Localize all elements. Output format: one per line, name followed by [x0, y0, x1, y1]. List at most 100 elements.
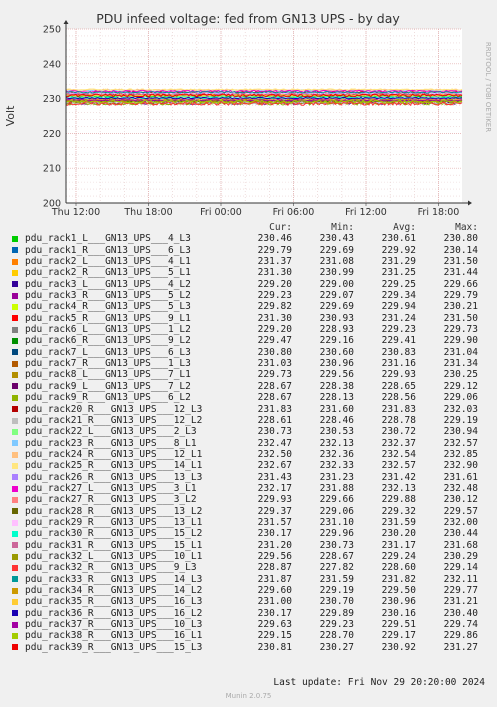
legend-max-value: 230.94 — [443, 426, 478, 438]
legend-swatch — [12, 519, 18, 526]
legend-series-name: pdu_rack22_L___GN13_UPS___2_L3 — [25, 426, 197, 438]
legend-swatch — [12, 451, 18, 458]
x-tick-label: Fri 00:00 — [200, 207, 242, 215]
legend-cur-value: 229.93 — [257, 494, 292, 506]
legend-swatch — [12, 599, 18, 606]
legend-max-value: 229.79 — [443, 290, 478, 302]
legend-item: pdu_rack1_R___GN13_UPS___6_L3 229.79 229.6… — [12, 245, 488, 256]
legend-max-value: 229.90 — [443, 335, 478, 347]
legend-min-value: 230.93 — [319, 312, 354, 324]
rrdtool-credit: RRDTOOL / TOBI OETIKER — [484, 42, 492, 132]
legend-min-value: 229.06 — [319, 505, 354, 517]
legend-min-value: 230.43 — [319, 233, 354, 245]
legend-item: pdu_rack20_R___GN13_UPS___12_L3 231.83 231… — [12, 404, 488, 415]
legend-header-spacer — [12, 225, 18, 231]
legend-item: pdu_rack3_L___GN13_UPS___4_L2 229.20 229.0… — [12, 279, 488, 290]
legend-series-name: pdu_rack4_R___GN13_UPS___5_L3 — [25, 301, 191, 313]
legend-cur-value: 230.73 — [257, 426, 292, 438]
legend-cur-value: 231.57 — [257, 516, 292, 528]
x-tick-label: Fri 06:00 — [273, 207, 315, 215]
legend-item: pdu_rack6_R___GN13_UPS___9_L2 229.47 229.1… — [12, 335, 488, 346]
legend-cur-value: 230.80 — [257, 346, 292, 358]
legend-max-value: 232.85 — [443, 448, 478, 460]
legend-swatch — [12, 406, 18, 413]
legend-max-value: 231.50 — [443, 256, 478, 268]
legend-item: pdu_rack26_R___GN13_UPS___13_L3 231.43 231… — [12, 472, 488, 483]
legend-max-value: 229.77 — [443, 585, 478, 596]
legend-min-value: 232.33 — [319, 460, 354, 472]
legend-swatch — [12, 258, 18, 265]
legend-swatch — [12, 587, 18, 594]
legend-avg-value: 230.61 — [381, 233, 416, 245]
legend-series-name: pdu_rack7_R___GN13_UPS___1_L3 — [25, 358, 191, 370]
legend-item: pdu_rack3_R___GN13_UPS___5_L2 229.23 229.0… — [12, 290, 488, 301]
legend-cur-value: 230.17 — [257, 607, 292, 619]
legend-max-value: 230.29 — [443, 550, 478, 562]
legend-cur-value: 230.81 — [257, 641, 292, 653]
legend-series-name: pdu_rack27_L___GN13_UPS___3_L1 — [25, 482, 197, 494]
legend-avg-value: 232.54 — [381, 448, 416, 460]
legend-cur-value: 229.23 — [257, 290, 292, 302]
legend-max-value: 229.74 — [443, 619, 478, 631]
y-tick-label: 240 — [43, 59, 61, 70]
legend-avg-value: 229.25 — [381, 278, 416, 290]
last-update: Last update: Fri Nov 29 20:20:00 2024 — [273, 677, 485, 688]
legend-series-name: pdu_rack37_R___GN13_UPS___10_L3 — [25, 619, 203, 631]
legend-max-value: 229.57 — [443, 505, 478, 517]
legend-cur-value: 229.79 — [257, 244, 292, 256]
y-axis-label: Volt — [4, 105, 17, 126]
legend-min-value: 231.23 — [319, 471, 354, 483]
legend-cur-value: 228.61 — [257, 414, 292, 426]
legend-series-name: pdu_rack31_R___GN13_UPS___15_L1 — [25, 539, 203, 551]
legend-item: pdu_rack7_L___GN13_UPS___6_L3 230.80 230.6… — [12, 347, 488, 358]
legend-item: pdu_rack27_L___GN13_UPS___3_L1 232.17 231.… — [12, 483, 488, 494]
legend-min-value: 231.60 — [319, 403, 354, 415]
legend-item: pdu_rack39_R___GN13_UPS___15_L3 230.81 230… — [12, 642, 488, 653]
legend-min-value: 228.93 — [319, 324, 354, 336]
legend-cur-value: 232.47 — [257, 437, 292, 449]
legend-cur-value: 229.73 — [257, 369, 292, 381]
y-axis-arrow — [63, 20, 69, 24]
legend-min-value: 232.36 — [319, 448, 354, 460]
legend-swatch — [12, 644, 18, 651]
legend-swatch — [12, 292, 18, 299]
y-tick-label: 250 — [43, 25, 61, 36]
legend-min-value: 231.59 — [319, 573, 354, 585]
legend-cur-value: 229.20 — [257, 278, 292, 290]
legend-series-name: pdu_rack28_R___GN13_UPS___13_L2 — [25, 505, 203, 517]
y-tick-label: 210 — [43, 164, 61, 175]
legend-min-value: 230.60 — [319, 346, 354, 358]
legend-item: pdu_rack22_L___GN13_UPS___2_L3 230.73 230.… — [12, 426, 488, 437]
legend: Cur: Min: Avg: Max: pdu_rack1_L___GN13_U… — [12, 222, 488, 653]
legend-item: pdu_rack27_R___GN13_UPS___3_L2 229.93 229.… — [12, 494, 488, 505]
legend-max-value: 230.12 — [443, 494, 478, 506]
legend-swatch — [12, 236, 18, 243]
legend-avg-value: 230.83 — [381, 346, 416, 358]
legend-swatch — [12, 496, 18, 503]
x-axis-arrow — [468, 200, 472, 206]
legend-cur-value: 229.15 — [257, 630, 292, 642]
legend-avg-value: 229.24 — [381, 550, 416, 562]
legend-item: pdu_rack24_R___GN13_UPS___12_L1 232.50 232… — [12, 449, 488, 460]
legend-item: pdu_rack32_L___GN13_UPS___10_L1 229.56 228… — [12, 551, 488, 562]
legend-max-value: 232.03 — [443, 403, 478, 415]
legend-series-name: pdu_rack32_L___GN13_UPS___10_L1 — [25, 550, 203, 562]
legend-item: pdu_rack9_R___GN13_UPS___6_L2 228.67 228.1… — [12, 392, 488, 403]
legend-swatch — [12, 621, 18, 628]
legend-series-name: pdu_rack29_R___GN13_UPS___13_L1 — [25, 516, 203, 528]
legend-cur-value: 231.20 — [257, 539, 292, 551]
legend-series-name: pdu_rack9_L___GN13_UPS___7_L2 — [25, 380, 191, 392]
legend-item: pdu_rack36_R___GN13_UPS___16_L2 230.17 229… — [12, 608, 488, 619]
legend-max-value: 229.14 — [443, 562, 478, 574]
legend-min-value: 230.73 — [319, 539, 354, 551]
legend-series-name: pdu_rack24_R___GN13_UPS___12_L1 — [25, 448, 203, 460]
legend-item: pdu_rack6_L___GN13_UPS___1_L2 229.20 228.9… — [12, 324, 488, 335]
legend-swatch — [12, 304, 18, 311]
legend-swatch — [12, 508, 18, 515]
legend-cur-value: 228.67 — [257, 392, 292, 404]
legend-series-name: pdu_rack35_R___GN13_UPS___16_L3 — [25, 596, 203, 608]
legend-series-name: pdu_rack6_L___GN13_UPS___1_L2 — [25, 324, 191, 336]
legend-series-name: pdu_rack2_L___GN13_UPS___4_L1 — [25, 256, 191, 268]
legend-max-value: 230.21 — [443, 301, 478, 313]
legend-min-value: 230.70 — [319, 596, 354, 608]
